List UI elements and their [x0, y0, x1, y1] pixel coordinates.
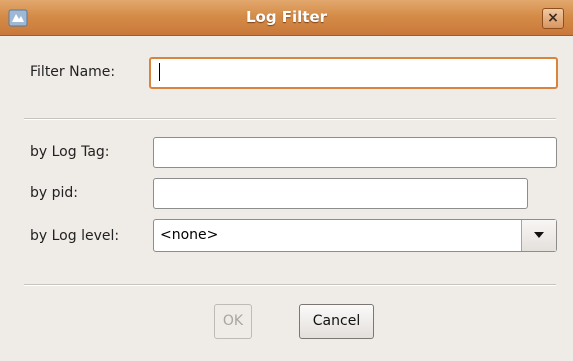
filter-name-label: Filter Name: [30, 64, 116, 80]
separator-bottom [24, 284, 556, 286]
window-title: Log Filter [245, 8, 328, 26]
log-level-label: by Log level: [30, 228, 120, 244]
text-cursor [159, 63, 160, 81]
filter-name-input[interactable] [149, 57, 558, 89]
log-tag-label: by Log Tag: [30, 144, 110, 160]
close-button[interactable]: × [542, 8, 564, 29]
ok-button[interactable]: OK [214, 304, 252, 339]
log-level-value: <none> [160, 227, 219, 243]
log-level-dropdown-button[interactable] [521, 220, 556, 251]
chevron-down-icon [534, 232, 544, 238]
title-bar[interactable]: Log Filter × [0, 0, 573, 36]
separator-top [24, 118, 556, 120]
pid-label: by pid: [30, 185, 79, 201]
log-level-select[interactable]: <none> [153, 219, 557, 252]
cancel-button[interactable]: Cancel [299, 304, 374, 339]
log-tag-input[interactable] [153, 137, 557, 168]
pid-input[interactable] [153, 178, 528, 209]
